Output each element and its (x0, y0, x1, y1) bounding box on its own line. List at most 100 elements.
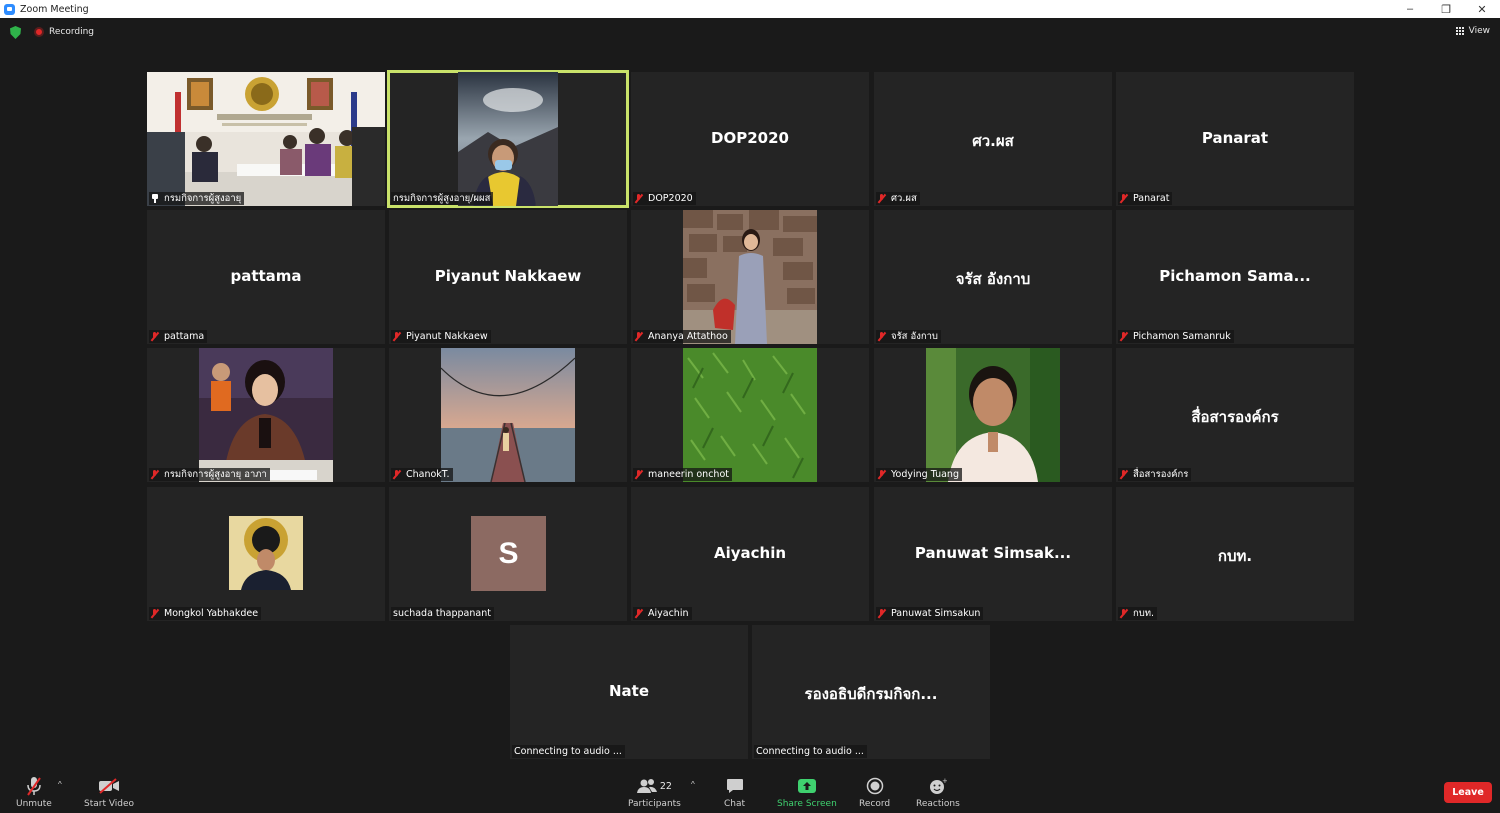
participant-tile[interactable]: Aiyachin Aiyachin (631, 487, 869, 621)
video-off-icon (98, 776, 120, 796)
participant-tile[interactable]: pattama pattama (147, 210, 385, 344)
participant-video (683, 210, 817, 344)
participant-video (926, 348, 1060, 482)
participant-tile[interactable]: Pichamon Sama... Pichamon Samanruk (1116, 210, 1354, 344)
participant-display-name: Piyanut Nakkaew (434, 267, 582, 285)
participants-options-caret-icon[interactable]: ^ (691, 780, 695, 789)
participant-tile-active-speaker[interactable]: กรมกิจการผู้สูงอายุ/ผผส (387, 70, 629, 208)
participant-display-name: รองอธิบดีกรมกิจก... (804, 685, 938, 703)
participant-tile[interactable]: S suchada thappanant (389, 487, 627, 621)
participant-name-label: สื่อสารองค์กร (1118, 468, 1192, 481)
audio-options-caret-icon[interactable]: ^ (58, 780, 62, 789)
participant-display-name: ศว.ผส (972, 132, 1014, 150)
participant-name-label: ศว.ผส (876, 192, 920, 205)
participant-name-label: กรมกิจการผู้สูงอายุ อาภา (149, 468, 270, 481)
participant-tile[interactable]: Ananya Attathoo (631, 210, 869, 344)
participant-name-label: Panarat (1118, 192, 1173, 205)
participant-tile[interactable]: Yodying Tuang (874, 348, 1112, 482)
participant-display-name: Aiyachin (713, 544, 787, 562)
participant-tile[interactable]: ศว.ผส ศว.ผส (874, 72, 1112, 206)
close-button[interactable]: ✕ (1464, 0, 1500, 18)
zoom-app-icon (4, 3, 15, 15)
participant-name-label: กรมกิจการผู้สูงอายุ (149, 192, 245, 205)
window-titlebar: Zoom Meeting – ❐ ✕ (0, 0, 1500, 18)
participant-tile[interactable]: กบท. กบท. (1116, 487, 1354, 621)
mic-muted-icon (878, 609, 886, 618)
record-icon (866, 776, 884, 796)
participant-tile[interactable]: Panarat Panarat (1116, 72, 1354, 206)
participant-display-name: DOP2020 (711, 129, 789, 147)
participant-tile[interactable]: Piyanut Nakkaew Piyanut Nakkaew (389, 210, 627, 344)
participant-video (683, 348, 817, 482)
mic-muted-icon (635, 194, 643, 203)
mic-muted-icon (151, 609, 159, 618)
participant-name-label: Aiyachin (633, 607, 692, 620)
participant-name-label: Panuwat Simsakun (876, 607, 984, 620)
mic-muted-icon (635, 609, 643, 618)
mic-muted-icon (1120, 194, 1128, 203)
mic-muted-icon (1120, 470, 1128, 479)
participant-name-label: Piyanut Nakkaew (391, 330, 491, 343)
participant-tile[interactable]: DOP2020 DOP2020 (631, 72, 869, 206)
participant-name-label: ChanokT. (391, 468, 453, 481)
participant-display-name: Nate (608, 682, 650, 700)
participant-name-label: suchada thappanant (391, 607, 494, 620)
participants-button[interactable]: 22 Participants (628, 776, 681, 809)
mic-muted-icon (151, 470, 159, 479)
participant-video (441, 348, 575, 482)
participant-name-label: Pichamon Samanruk (1118, 330, 1234, 343)
participants-count: 22 (659, 780, 672, 792)
mic-muted-icon (635, 332, 643, 341)
mic-muted-icon (635, 470, 643, 479)
minimize-button[interactable]: – (1392, 0, 1428, 18)
participants-icon: 22 (636, 776, 672, 796)
participant-name-label: จรัส อังกาบ (876, 330, 941, 343)
participant-tile[interactable]: Panuwat Simsak... Panuwat Simsakun (874, 487, 1112, 621)
mic-muted-icon (151, 332, 159, 341)
meeting-topbar: Recording View (0, 18, 1500, 50)
participant-tile[interactable]: maneerin onchot (631, 348, 869, 482)
participant-tile[interactable]: สื่อสารองค์กร สื่อสารองค์กร (1116, 348, 1354, 482)
participant-tile[interactable]: Mongkol Yabhakdee (147, 487, 385, 621)
participant-tile[interactable]: ChanokT. (389, 348, 627, 482)
participant-tile[interactable]: Nate Connecting to audio ... (510, 625, 748, 759)
share-screen-icon (797, 776, 817, 796)
participant-display-name: Panarat (1201, 129, 1269, 147)
participant-tile[interactable]: จรัส อังกาบ จรัส อังกาบ (874, 210, 1112, 344)
mic-muted-icon (393, 470, 401, 479)
mic-muted-icon (1120, 609, 1128, 618)
participant-avatar-initial: S (471, 516, 546, 591)
participant-name-label: pattama (149, 330, 208, 343)
mic-muted-icon (878, 194, 886, 203)
recording-indicator[interactable]: Recording (34, 27, 94, 37)
participant-name-label: Yodying Tuang (876, 468, 962, 481)
participant-display-name: Pichamon Sama... (1159, 267, 1311, 285)
record-button[interactable]: Record (859, 776, 890, 809)
grid-view-icon (1455, 27, 1465, 35)
view-button[interactable]: View (1455, 26, 1490, 36)
participant-tile[interactable]: กรมกิจการผู้สูงอายุ (147, 72, 385, 206)
participant-tile[interactable]: รองอธิบดีกรมกิจก... Connecting to audio … (752, 625, 990, 759)
leave-button[interactable]: Leave (1444, 782, 1492, 803)
participant-tile[interactable]: กรมกิจการผู้สูงอายุ อาภา (147, 348, 385, 482)
participant-video (458, 72, 558, 206)
participant-display-name: pattama (230, 267, 302, 285)
participant-display-name: กบท. (1217, 547, 1253, 565)
mic-muted-icon (1120, 332, 1128, 341)
security-shield-icon[interactable] (10, 26, 21, 39)
participant-display-name: Panuwat Simsak... (914, 544, 1072, 562)
unmute-button[interactable]: Unmute (16, 776, 52, 809)
participant-name-label: Ananya Attathoo (633, 330, 731, 343)
chat-button[interactable]: Chat (724, 776, 745, 809)
participant-name-label: กบท. (1118, 607, 1158, 620)
restore-button[interactable]: ❐ (1428, 0, 1464, 18)
start-video-button[interactable]: Start Video (84, 776, 134, 809)
svg-text:+: + (942, 777, 947, 785)
share-screen-button[interactable]: Share Screen (777, 776, 837, 809)
mic-muted-icon (393, 332, 401, 341)
participant-display-name: สื่อสารองค์กร (1191, 408, 1279, 426)
reactions-button[interactable]: + Reactions (916, 776, 960, 809)
meeting-room-video (147, 72, 385, 206)
view-label: View (1468, 26, 1490, 36)
participant-name-label: กรมกิจการผู้สูงอายุ/ผผส (391, 192, 494, 205)
